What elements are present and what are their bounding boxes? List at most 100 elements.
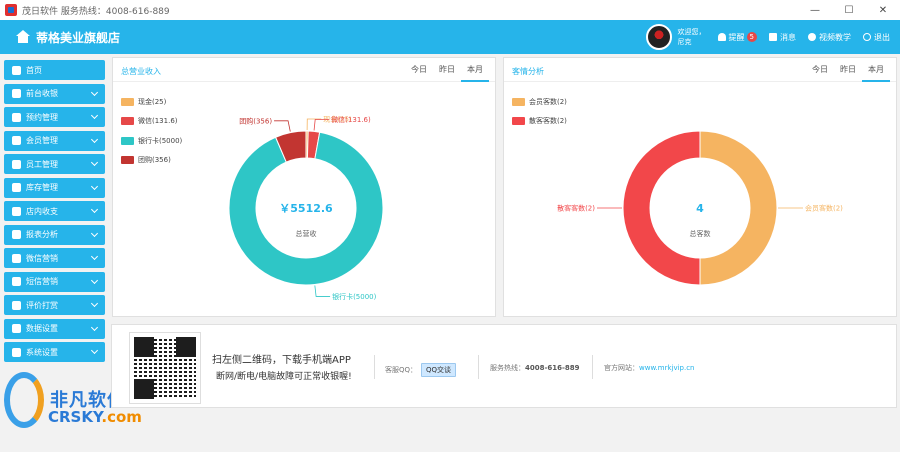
sidebar-item[interactable]: 短信营销 [4,271,105,292]
sidebar-item[interactable]: 评价打赏 [4,295,105,315]
hotline-value: 4008-616-889 [525,364,580,372]
watermark-en-suffix: .com [101,408,142,426]
sidebar-item[interactable]: 系统设置 [4,342,105,362]
sidebar-item-label: 短信营销 [26,277,58,286]
chevron-down-icon [90,346,99,355]
video-tutorial-button[interactable]: 视频教学 [808,32,851,43]
window-titlebar: 茂日软件 服务热线：4008-616-889 — ☐ ✕ [0,0,900,20]
play-icon [808,33,816,41]
customer-card: 客情分析 今日 昨日 本月 会员客数(2) 散客客数(2) 会员客数(2) 散客客数… [503,57,897,317]
sidebar-item-label: 员工管理 [26,159,58,169]
sidebar-item[interactable]: 微信营销 [4,248,105,268]
hotline: 服务热线：4008-616-889 [490,363,580,373]
qr-code [129,332,201,404]
wechat-icon [12,253,21,263]
mail-icon [769,33,777,41]
logout-button[interactable]: 退出 [863,32,890,43]
logout-label: 退出 [874,32,890,42]
sidebar-item[interactable]: 报表分析 [4,224,105,245]
video-label: 视频教学 [819,32,851,42]
chevron-down-icon [90,111,99,120]
divider [592,355,593,379]
donut-center-label: 总营收 [296,229,317,238]
chevron-down-icon [90,229,99,237]
sidebar-item-label: 前台收银 [26,89,58,98]
website-link[interactable]: www.mrkjvip.cn [639,364,695,372]
maximize-button[interactable]: ☐ [832,0,866,20]
sidebar-item-label: 店内收支 [26,206,58,216]
sidebar-item-label: 系统设置 [26,347,58,357]
chevron-down-icon [90,182,99,190]
home-icon [12,65,21,75]
qq-chat-button[interactable]: QQ交谈 [421,363,457,377]
donut-center-label: 总客数 [690,229,711,238]
sidebar-item-label: 评价打赏 [26,300,58,310]
divider [374,355,375,379]
donut-center-value: 4 [696,202,704,215]
warehouse-icon [12,183,21,192]
qq-label: 客服QQ： [385,366,418,374]
revenue-donut-chart: 现金(25)微信(131.6)银行卡(5000)团购(356)￥5512.6总营… [228,115,384,301]
chart-icon [12,230,21,239]
hotline-label: 服务热线： [490,364,525,372]
message-label: 消息 [780,32,796,42]
slice-label: 银行卡(5000) [332,292,377,301]
power-icon [863,33,871,41]
donut-center-value: ￥5512.6 [279,202,333,215]
sidebar-item-label: 库存管理 [26,183,58,192]
chevron-down-icon [90,276,99,284]
sidebar-item-label: 微信营销 [26,253,58,263]
sidebar-item[interactable]: 店内收支 [4,201,105,221]
sidebar-item[interactable]: 会员管理 [4,130,105,151]
user-greeting: 欢迎您， 尼克 [678,27,706,47]
slice-label: 团购(356) [239,116,272,125]
avatar[interactable] [645,24,672,50]
sidebar-item[interactable]: 库存管理 [4,177,105,198]
app-header: 蒂格美业旗舰店 欢迎您， 尼克 提醒 5 消息 视频教学 退出 [0,20,900,54]
leader-line [274,120,291,132]
banner-sub-text: 断网/断电/电脑故障可正常收银喔! [216,372,352,382]
chevron-down-icon [90,158,99,167]
chevron-down-icon [90,205,99,214]
members-icon [12,136,21,145]
revenue-card: 总营业收入 今日 昨日 本月 现金(25) 微信(131.6) 银行卡(5000) 团… [112,57,496,317]
chevron-down-icon [90,323,99,331]
reminder-badge: 5 [746,32,757,42]
sidebar-item-label: 首页 [26,65,42,75]
qr-pattern [134,337,196,399]
globe-icon [4,372,44,428]
website-label: 官方网站： [604,364,639,372]
window-title: 茂日软件 服务热线：4008-616-889 [22,6,170,17]
user-name: 尼克 [677,38,692,46]
home-icon[interactable] [16,30,30,44]
website: 官方网站：www.mrkjvip.cn [604,363,695,373]
sidebar-item[interactable]: 数据设置 [4,318,105,339]
sidebar-item-label: 报表分析 [26,230,58,239]
sidebar-item[interactable]: 前台收银 [4,83,105,104]
app-download-banner: 扫左侧二维码，下载手机端APP 断网/断电/电脑故障可正常收银喔! 客服QQ： Q… [111,324,897,408]
sidebar-item-label: 会员管理 [26,136,58,145]
bell-icon [717,33,726,41]
minimize-button[interactable]: — [798,0,832,20]
slice-label: 微信(131.6) [331,115,371,124]
message-button[interactable]: 消息 [769,32,796,43]
reminder-button[interactable]: 提醒 5 [717,32,757,43]
customer-donut-chart: 会员客数(2) 散客客数(2) 4 总客数 [557,130,843,286]
chevron-down-icon [90,135,99,143]
app-logo-icon [5,4,17,16]
sidebar-item[interactable]: 员工管理 [4,154,105,174]
finance-icon [12,206,21,216]
star-icon [12,300,21,310]
sidebar-item[interactable]: 预约管理 [4,107,105,127]
donut-slice[interactable] [622,130,701,286]
donut-slice[interactable] [699,130,778,286]
close-button[interactable]: ✕ [866,0,900,20]
sidebar-item[interactable]: 首页 [4,60,105,80]
sidebar-item-label: 数据设置 [26,324,58,333]
cashier-icon [12,89,21,98]
reminder-label: 提醒 [728,32,745,42]
leader-line [314,285,331,297]
greeting-line: 欢迎您， [677,28,706,36]
watermark-en-prefix: CRSKY [48,408,102,426]
slice-label: 会员客数(2) [805,204,843,213]
